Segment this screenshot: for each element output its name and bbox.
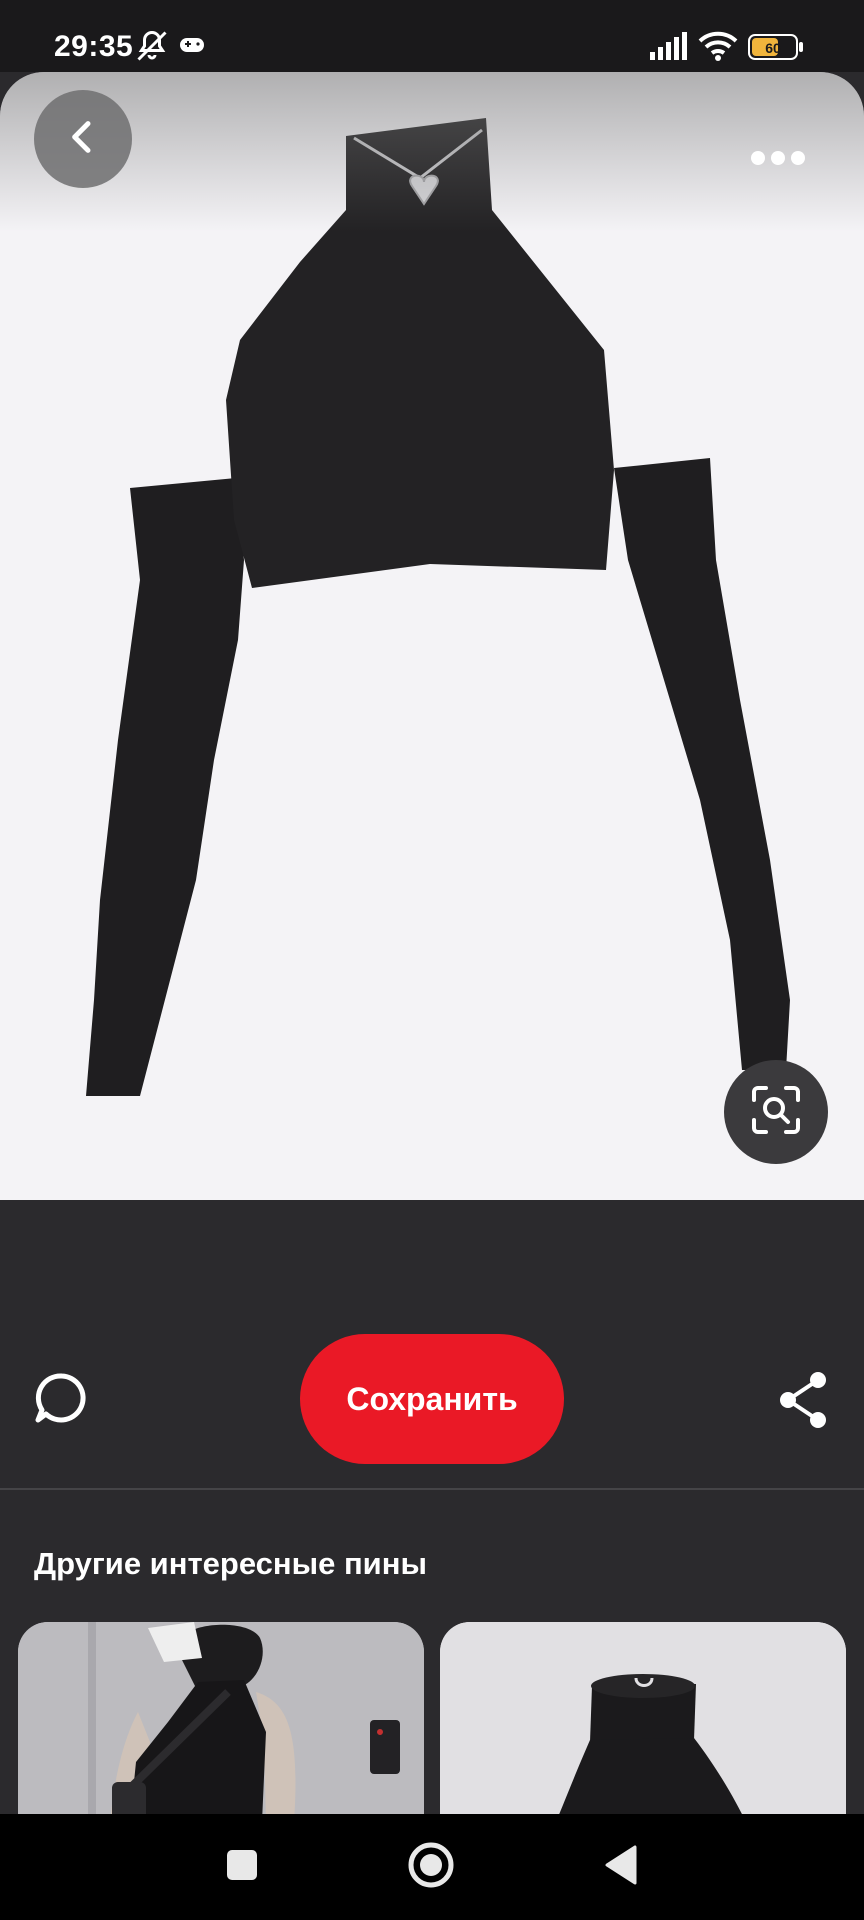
signal-icon (650, 32, 690, 65)
visual-search-icon (750, 1084, 802, 1141)
notifications-muted-icon (134, 28, 170, 69)
comment-button[interactable] (34, 1370, 90, 1426)
share-button[interactable] (776, 1370, 830, 1430)
pin-card[interactable] (440, 1622, 846, 1822)
share-icon (776, 1372, 830, 1434)
gamepad-icon (178, 34, 206, 61)
recent-apps-icon (225, 1848, 259, 1887)
more-options-button[interactable] (738, 140, 818, 180)
section-divider (0, 1488, 864, 1490)
system-back-button[interactable] (588, 1834, 654, 1900)
back-icon (603, 1845, 639, 1890)
home-button[interactable] (398, 1834, 464, 1900)
pin-detail-screen: 29:35 60 Сохранить Другие интересные пин… (0, 0, 864, 1920)
battery-icon: 60 (748, 34, 804, 65)
visual-search-button[interactable] (724, 1060, 828, 1164)
pin-actions: Сохранить (0, 1200, 864, 1488)
save-button[interactable]: Сохранить (300, 1334, 564, 1464)
pin-card[interactable] (18, 1622, 424, 1822)
back-button[interactable] (34, 90, 132, 188)
more-horizontal-icon (750, 150, 806, 171)
pin-thumbnail (18, 1622, 424, 1822)
pin-thumbnail (440, 1622, 846, 1822)
comment-icon (34, 1373, 90, 1430)
home-icon (407, 1841, 455, 1894)
chevron-left-icon (63, 117, 103, 162)
status-bar: 29:35 60 (0, 0, 864, 72)
system-navigation-bar (0, 1814, 864, 1920)
product-illustration (86, 118, 790, 1096)
more-pins-title: Другие интересные пины (34, 1546, 427, 1581)
recent-apps-button[interactable] (209, 1834, 275, 1900)
status-time: 29:35 (54, 30, 134, 63)
pin-image[interactable] (0, 72, 864, 1200)
battery-level: 60 (765, 40, 781, 56)
wifi-icon (698, 30, 738, 67)
